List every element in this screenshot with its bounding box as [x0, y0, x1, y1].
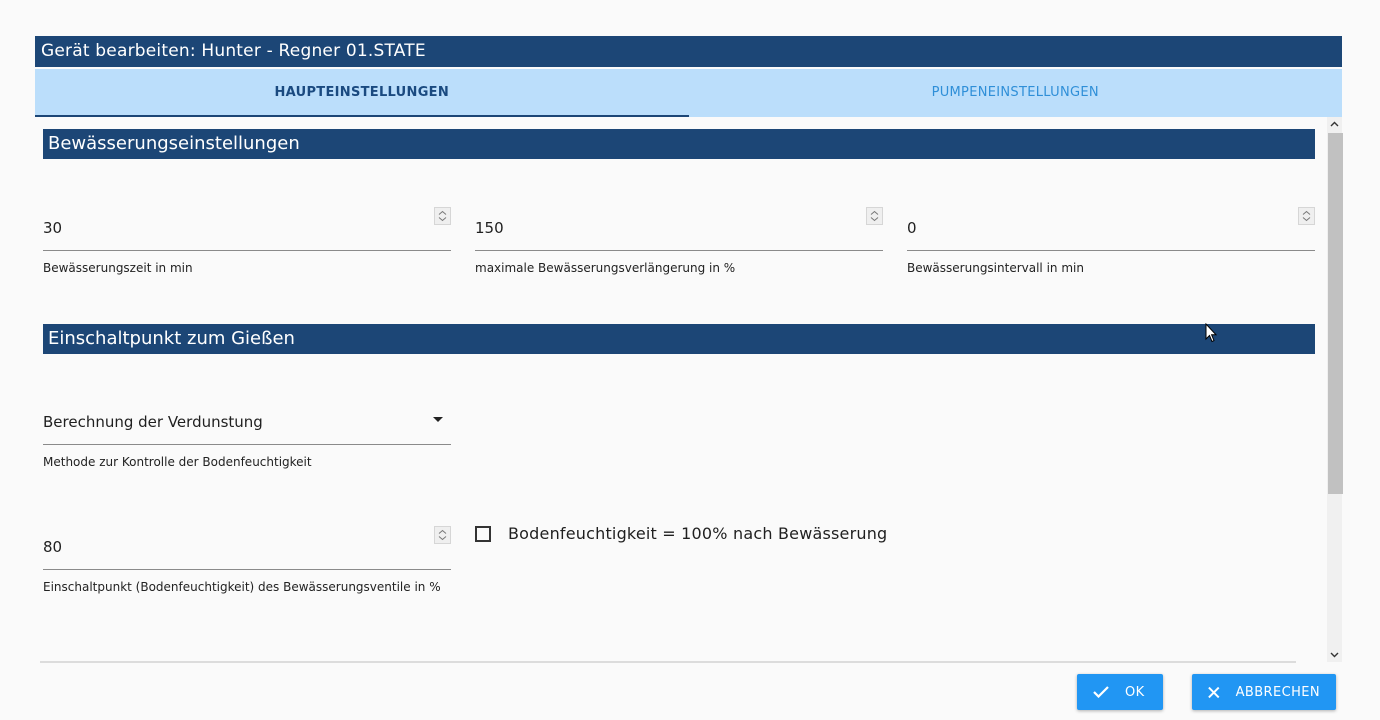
- input-underline: [475, 250, 883, 251]
- dialog-content: Bewässerungseinstellungen 30 Bewässerung…: [35, 117, 1327, 662]
- section-header-trigger: Einschaltpunkt zum Gießen: [43, 324, 1315, 354]
- moisture-reset-label[interactable]: Bodenfeuchtigkeit = 100% nach Bewässerun…: [508, 524, 887, 543]
- scrollbar-thumb[interactable]: [1328, 133, 1343, 494]
- moisture-reset-checkbox[interactable]: [475, 525, 491, 542]
- edit-device-dialog: Gerät bearbeiten: Hunter - Regner 01.STA…: [0, 0, 1380, 720]
- irrigation-interval-spinner[interactable]: [1298, 207, 1315, 225]
- max-extension-input[interactable]: 150: [475, 217, 504, 239]
- input-underline: [907, 250, 1315, 251]
- threshold-spinner[interactable]: [434, 526, 451, 544]
- input-underline: [43, 444, 451, 445]
- scroll-up-icon[interactable]: [1327, 117, 1342, 131]
- cancel-button-label: ABBRECHEN: [1235, 684, 1320, 700]
- tab-main-settings[interactable]: HAUPTEINSTELLUNGEN: [35, 69, 689, 117]
- check-icon: [1093, 686, 1109, 698]
- irrigation-time-label: Bewässerungszeit in min: [43, 261, 193, 275]
- moisture-reset-checkbox-row[interactable]: Bodenfeuchtigkeit = 100% nach Bewässerun…: [475, 524, 887, 543]
- tab-bar: HAUPTEINSTELLUNGEN PUMPENEINSTELLUNGEN: [35, 69, 1342, 117]
- dialog-footer: [0, 663, 1380, 720]
- dropdown-arrow-icon[interactable]: [433, 417, 443, 422]
- moisture-method-value[interactable]: Berechnung der Verdunstung: [43, 411, 263, 433]
- spinner-arrows-icon: [438, 529, 447, 541]
- moisture-method-label: Methode zur Kontrolle der Bodenfeuchtigk…: [43, 455, 312, 469]
- cancel-button[interactable]: ABBRECHEN: [1192, 674, 1336, 710]
- irrigation-interval-input[interactable]: 0: [907, 217, 917, 239]
- mouse-cursor-icon: [1205, 322, 1218, 347]
- content-scrollbar[interactable]: [1327, 117, 1343, 662]
- ok-button-label: OK: [1125, 684, 1145, 700]
- scroll-down-icon[interactable]: [1327, 648, 1342, 662]
- threshold-label: Einschaltpunkt (Bodenfeuchtigkeit) des B…: [43, 580, 441, 594]
- spinner-arrows-icon: [1302, 210, 1311, 222]
- input-underline: [43, 250, 451, 251]
- spinner-arrows-icon: [438, 210, 447, 222]
- tab-pump-settings[interactable]: PUMPENEINSTELLUNGEN: [689, 69, 1343, 117]
- max-extension-spinner[interactable]: [866, 207, 883, 225]
- threshold-input[interactable]: 80: [43, 536, 62, 558]
- ok-button[interactable]: OK: [1077, 674, 1163, 710]
- input-underline: [43, 569, 451, 570]
- close-icon: [1208, 686, 1220, 698]
- irrigation-interval-label: Bewässerungsintervall in min: [907, 261, 1084, 275]
- spinner-arrows-icon: [870, 210, 879, 222]
- irrigation-time-input[interactable]: 30: [43, 217, 62, 239]
- dialog-title: Gerät bearbeiten: Hunter - Regner 01.STA…: [35, 36, 1342, 67]
- irrigation-time-spinner[interactable]: [434, 207, 451, 225]
- max-extension-label: maximale Bewässerungsverlängerung in %: [475, 261, 736, 275]
- section-header-irrigation: Bewässerungseinstellungen: [43, 129, 1315, 159]
